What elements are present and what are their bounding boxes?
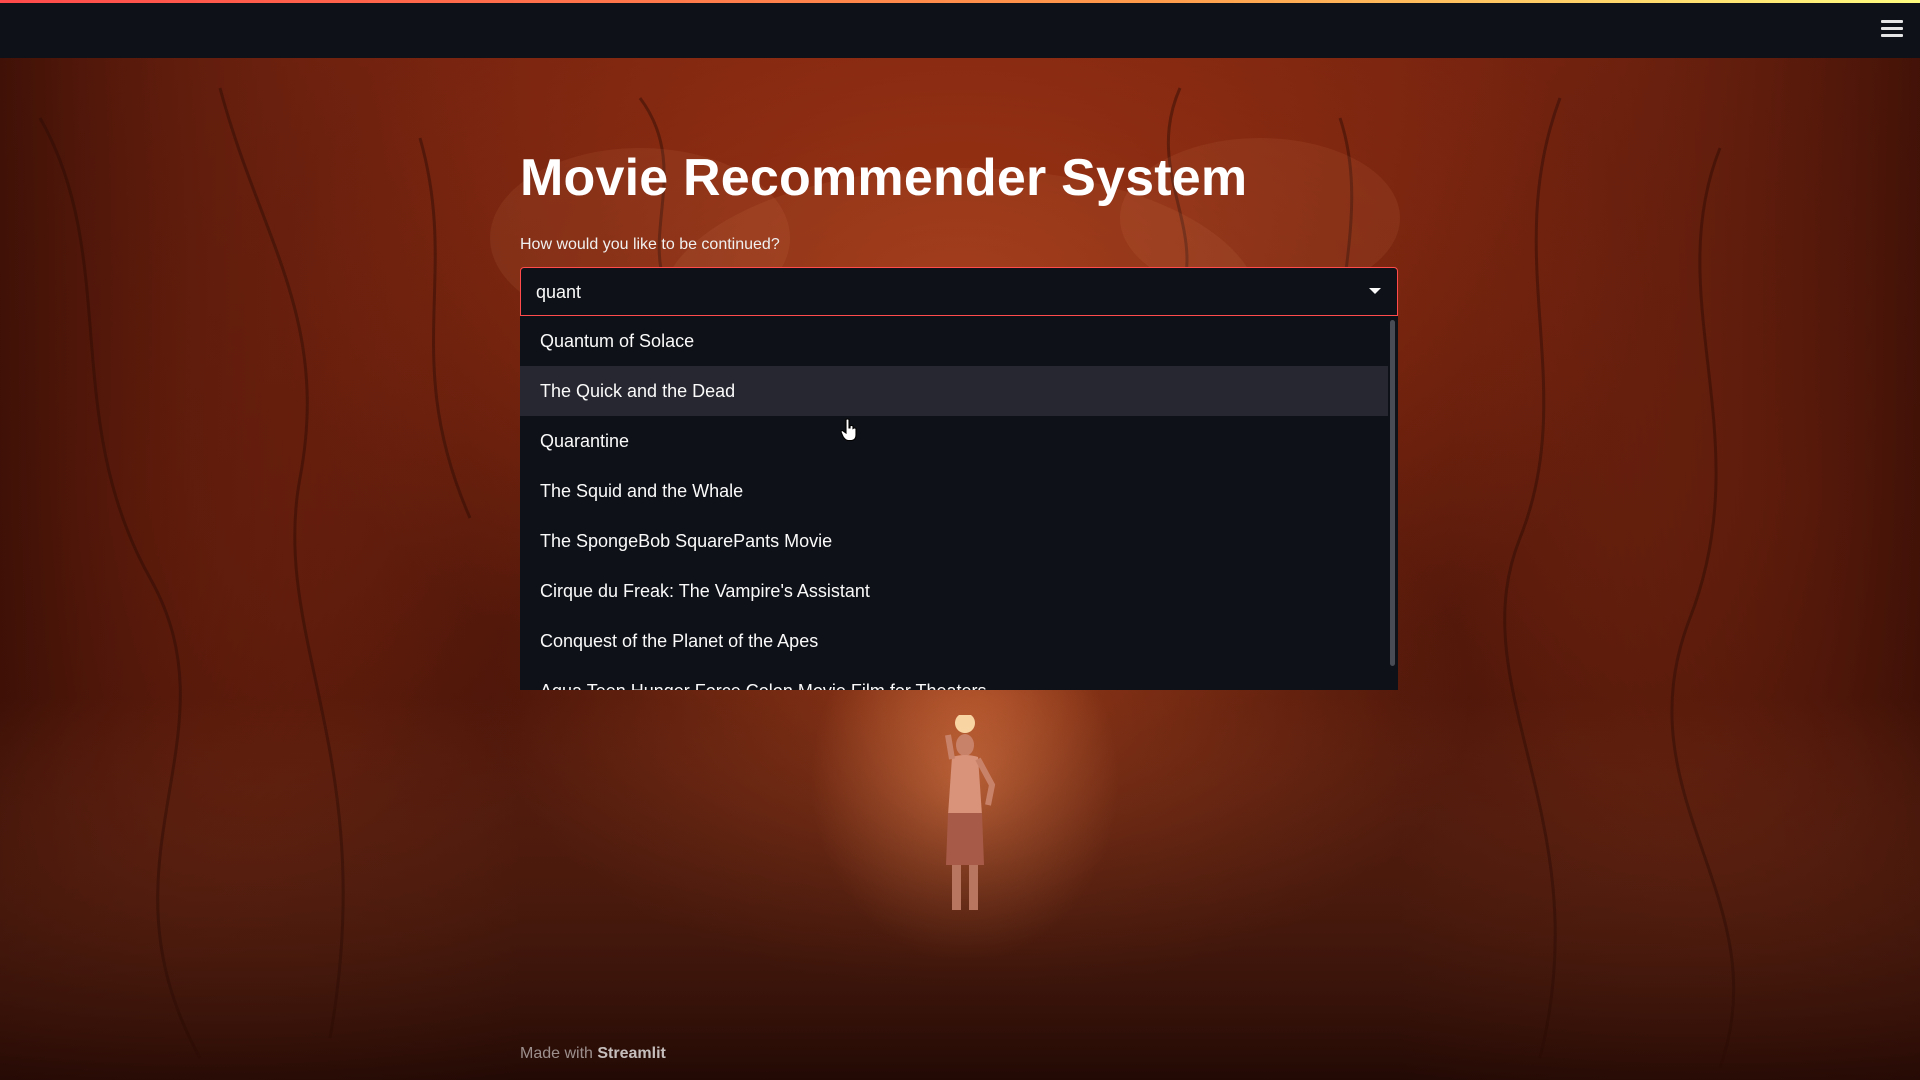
dropdown-option[interactable]: The Quick and the Dead xyxy=(520,366,1388,416)
app-header xyxy=(0,0,1920,58)
movie-dropdown-list[interactable]: Quantum of Solace The Quick and the Dead… xyxy=(520,316,1398,690)
hand-pointer-cursor-icon xyxy=(840,418,857,442)
page-title: Movie Recommender System xyxy=(520,149,1248,207)
movie-selectbox[interactable] xyxy=(520,267,1398,317)
movie-search-input[interactable] xyxy=(534,268,1318,317)
dropdown-option[interactable]: Conquest of the Planet of the Apes xyxy=(520,616,1388,666)
dropdown-option[interactable]: The Squid and the Whale xyxy=(520,466,1388,516)
hamburger-menu-icon[interactable] xyxy=(1878,16,1906,42)
header-decoration-bar xyxy=(0,0,1920,3)
main-content: Movie Recommender System How would you l… xyxy=(520,140,1400,690)
movie-select-label: How would you like to be continued? xyxy=(520,236,780,253)
person-figure-image xyxy=(945,715,996,910)
streamlit-link[interactable]: Streamlit xyxy=(597,1045,665,1062)
dropdown-option[interactable]: The SpongeBob SquarePants Movie xyxy=(520,516,1388,566)
dropdown-option[interactable]: Aqua Teen Hunger Force Colon Movie Film … xyxy=(520,666,1388,690)
dropdown-option[interactable]: Quarantine xyxy=(520,416,1388,466)
footer-prefix: Made with xyxy=(520,1045,593,1062)
footer: Made with Streamlit xyxy=(520,1045,666,1063)
chevron-down-icon[interactable] xyxy=(1369,288,1381,294)
dropdown-option[interactable]: Cirque du Freak: The Vampire's Assistant xyxy=(520,566,1388,616)
dropdown-option[interactable]: Quantum of Solace xyxy=(520,316,1388,366)
dropdown-scrollbar[interactable] xyxy=(1390,316,1396,690)
scrollbar-thumb[interactable] xyxy=(1390,320,1395,666)
